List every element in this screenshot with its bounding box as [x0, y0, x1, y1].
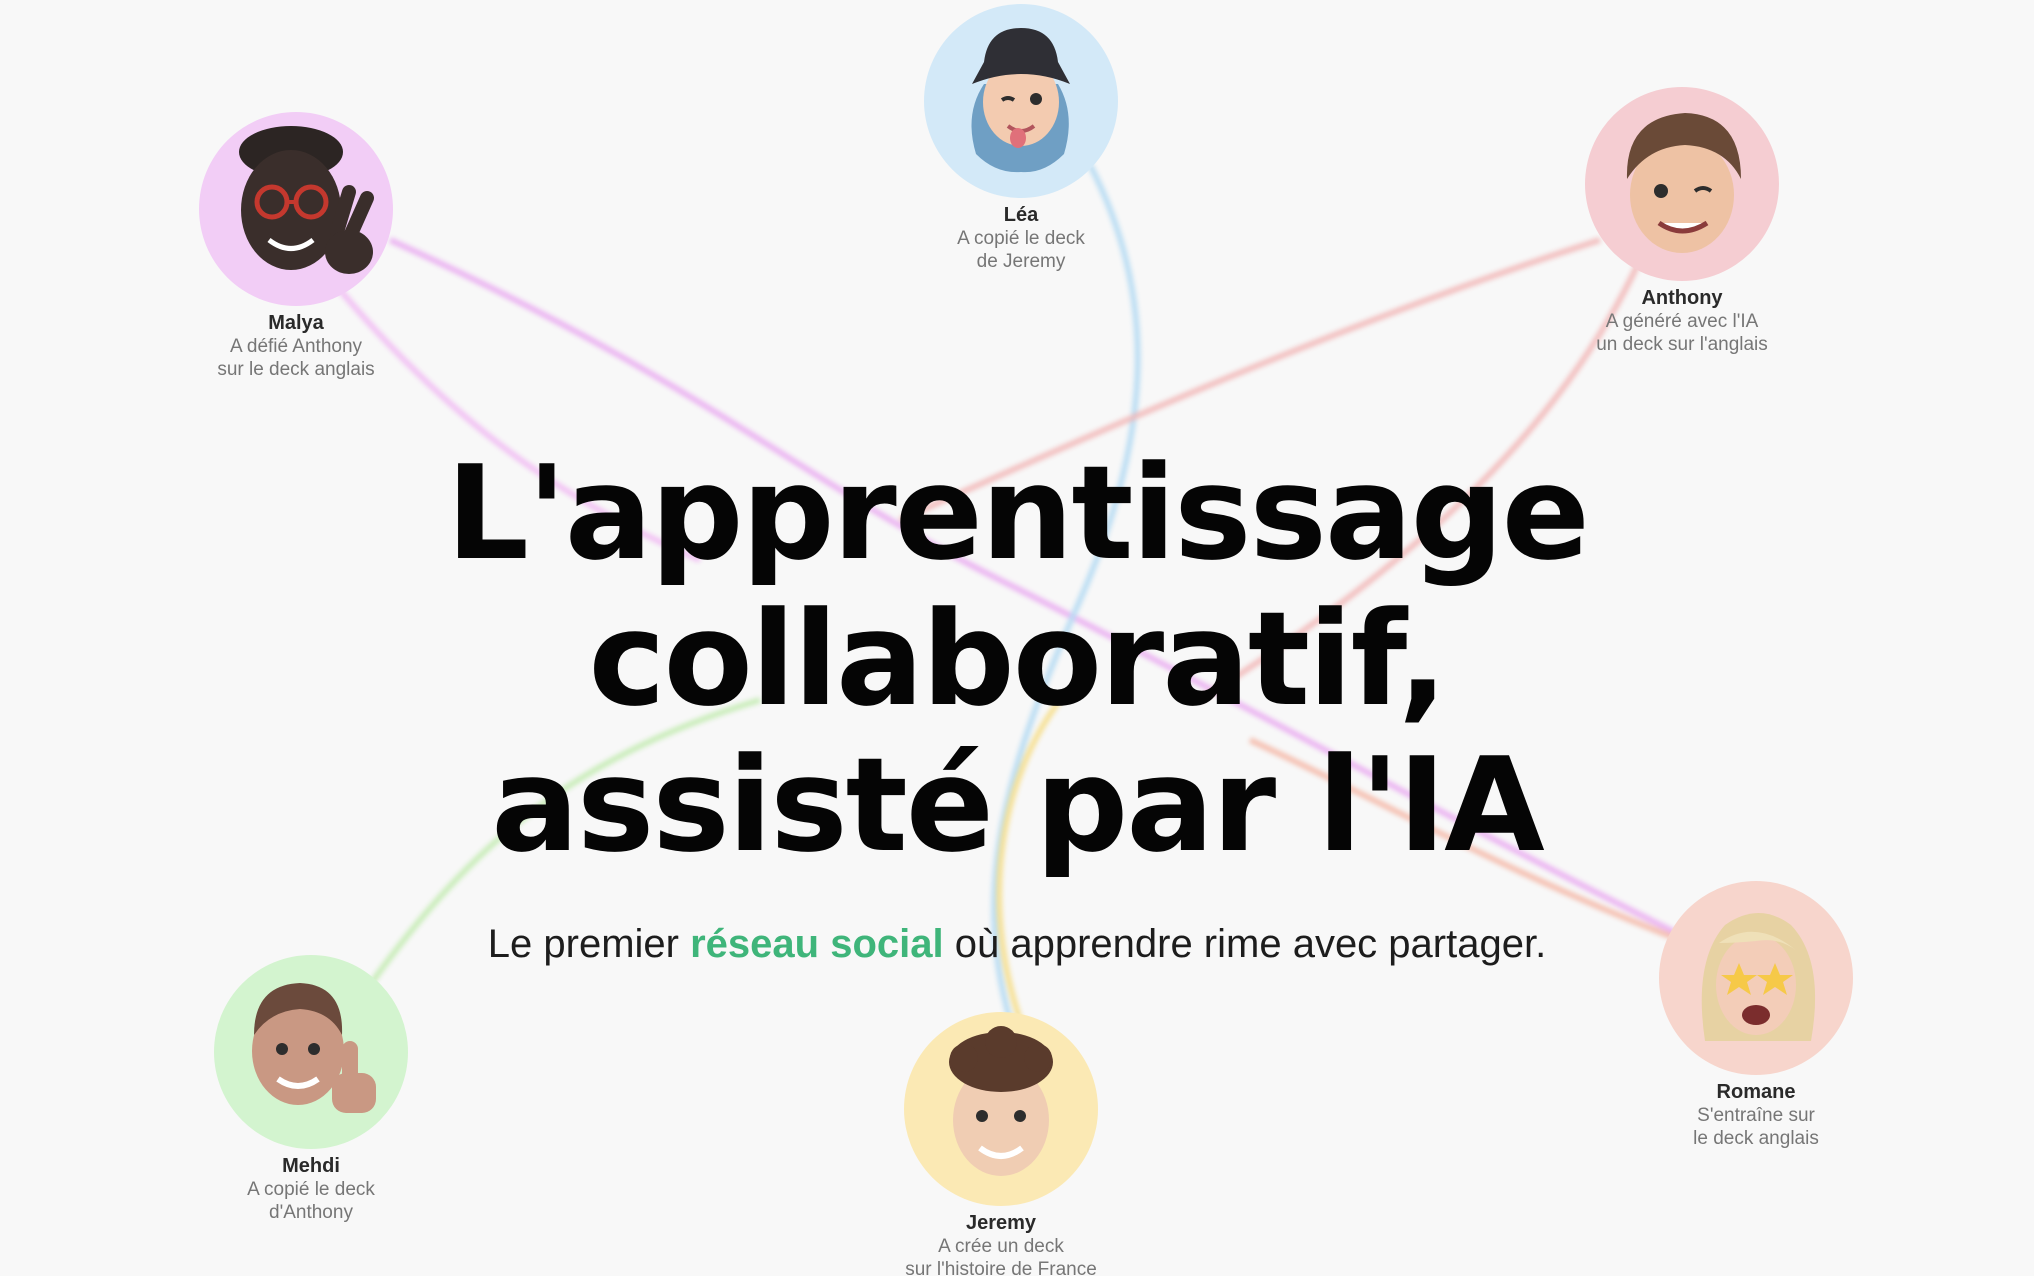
user-action-line2: d'Anthony	[269, 1202, 353, 1223]
user-action-line2: sur le deck anglais	[217, 359, 375, 380]
user-action-line1: A copié le deck	[247, 1179, 375, 1200]
avatar-jeremy	[904, 1012, 1098, 1206]
user-action-line2: un deck sur l'anglais	[1596, 334, 1768, 355]
user-card-mehdi[interactable]: Mehdi A copié le deck d'Anthony	[151, 955, 471, 1224]
user-action-line1: A généré avec l'IA	[1605, 311, 1759, 332]
user-action-line2: sur l'histoire de France	[905, 1259, 1097, 1276]
avatar-malya	[199, 112, 393, 306]
user-action-line1: A copié le deck	[957, 228, 1085, 249]
memoji-thumbs-up-icon	[252, 983, 376, 1113]
user-name: Mehdi	[282, 1155, 340, 1177]
user-action-line1: A défié Anthony	[229, 336, 363, 357]
user-card-lea[interactable]: Léa A copié le deck de Jeremy	[861, 4, 1181, 273]
user-name: Anthony	[1641, 287, 1723, 309]
avatar-lea	[924, 4, 1118, 198]
user-card-malya[interactable]: Malya A défié Anthony sur le deck anglai…	[136, 112, 456, 381]
tagline-highlight: réseau social	[690, 922, 944, 966]
memoji-curly-hair-icon	[949, 1026, 1053, 1176]
hero-headline-line2: assisté par l'IA	[491, 729, 1544, 881]
hero-headline: L'apprentissage collaboratif, assisté pa…	[0, 440, 2034, 878]
user-action-line1: S'entraîne sur	[1697, 1105, 1815, 1126]
user-card-anthony[interactable]: Anthony A généré avec l'IA un deck sur l…	[1522, 87, 1842, 356]
avatar-mehdi	[214, 955, 408, 1149]
tagline-prefix: Le premier	[487, 922, 691, 966]
user-name: Malya	[268, 312, 324, 334]
hero-headline-line1: L'apprentissage collaboratif,	[446, 437, 1590, 735]
user-action-line1: A crée un deck	[938, 1236, 1064, 1257]
user-action-line2: le deck anglais	[1693, 1128, 1819, 1149]
hero-content: L'apprentissage collaboratif, assisté pa…	[0, 440, 2034, 967]
user-name: Jeremy	[965, 1212, 1037, 1234]
landing-hero-section: Malya A défié Anthony sur le deck anglai…	[0, 0, 2034, 1276]
memoji-glasses-peace-icon	[239, 126, 374, 274]
memoji-bucket-hat-icon	[971, 28, 1070, 173]
memoji-wink-icon	[1626, 113, 1741, 253]
user-name: Léa	[1003, 204, 1039, 226]
user-card-jeremy[interactable]: Jeremy A crée un deck sur l'histoire de …	[841, 1012, 1161, 1276]
avatar-anthony	[1585, 87, 1779, 281]
tagline-suffix: où apprendre rime avec partager.	[943, 922, 1547, 966]
user-action-line2: de Jeremy	[976, 251, 1066, 272]
hero-tagline: Le premier réseau social où apprendre ri…	[0, 922, 2034, 967]
user-name: Romane	[1716, 1081, 1796, 1103]
